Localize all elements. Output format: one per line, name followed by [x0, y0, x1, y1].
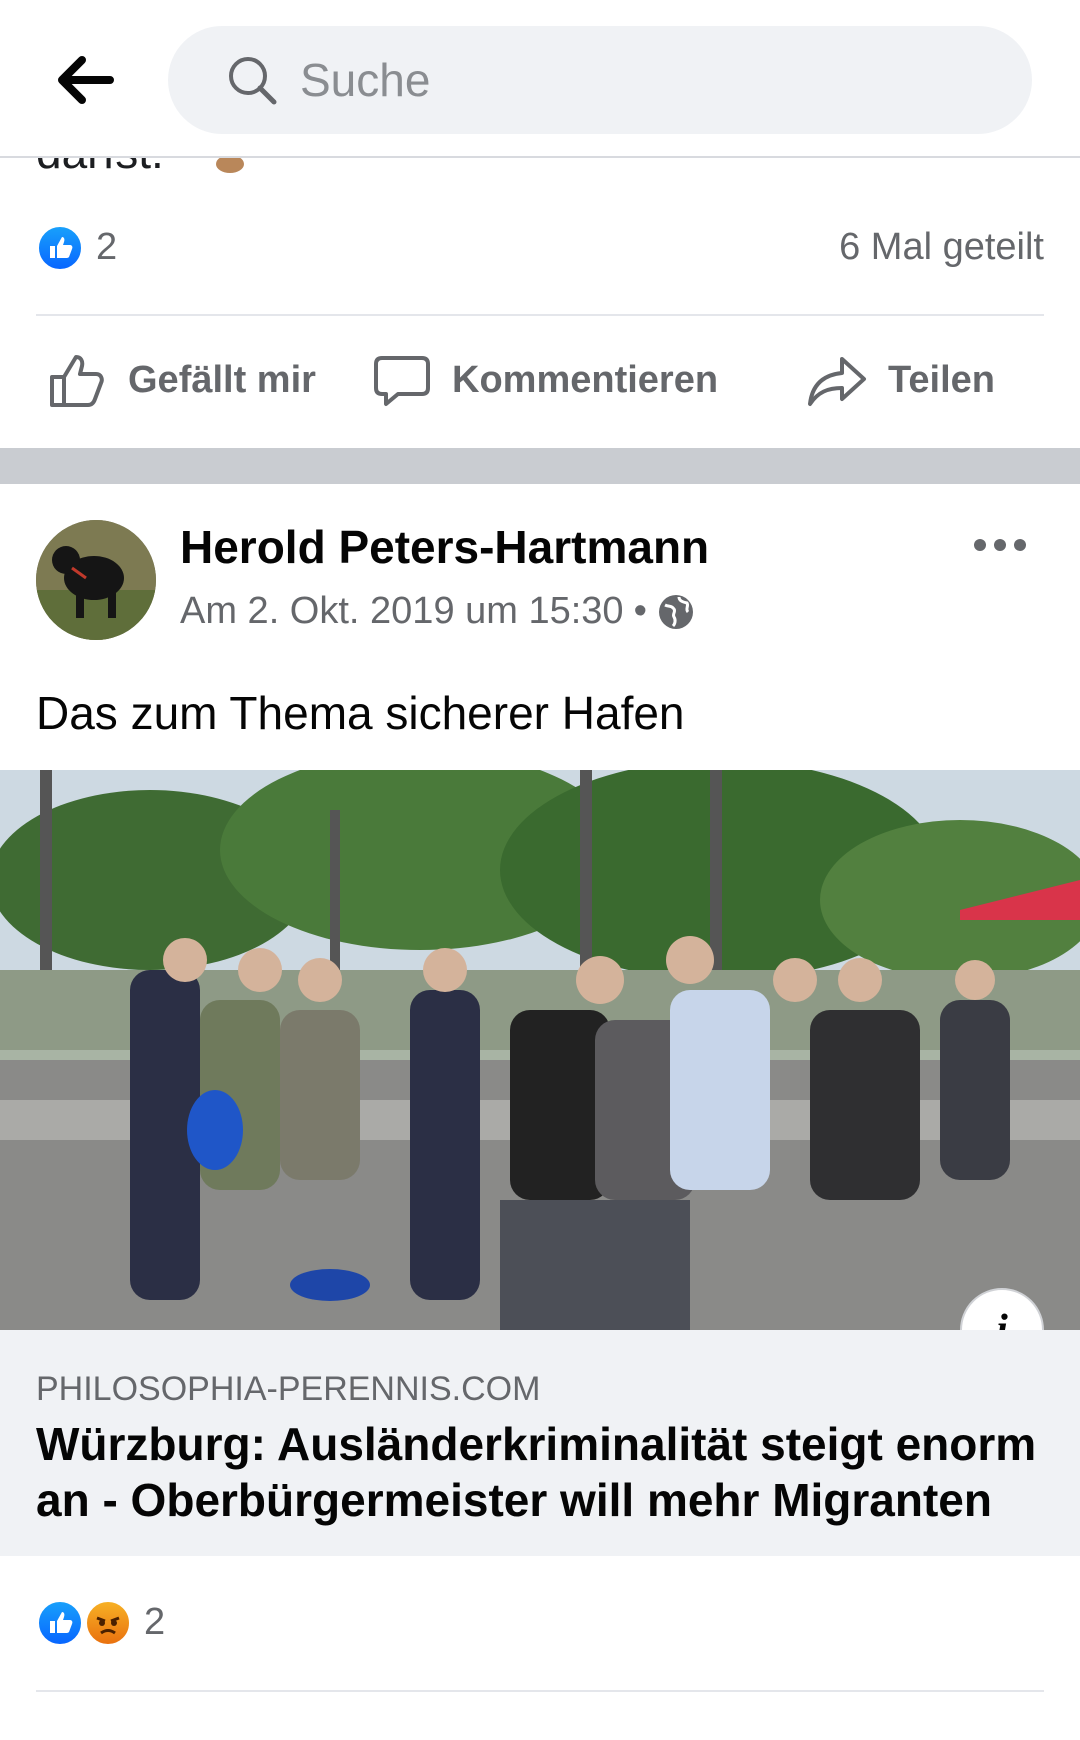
search-input[interactable]: Suche [168, 26, 1032, 134]
post-timestamp[interactable]: Am 2. Okt. 2019 um 15:30 [180, 590, 624, 633]
globe-icon [658, 594, 693, 629]
share-icon [808, 357, 866, 406]
avatar[interactable] [36, 520, 156, 640]
reaction-count: 2 [96, 226, 118, 268]
back-arrow-icon [58, 56, 114, 104]
feed-separator [0, 448, 1080, 484]
post-text: Das zum Thema sicherer Hafen [36, 687, 685, 739]
like-reaction-icon [36, 1599, 84, 1647]
link-preview-image[interactable] [0, 770, 1080, 1330]
back-button[interactable] [50, 50, 120, 110]
like-button[interactable]: Gefällt mir [46, 320, 316, 440]
like-icon [50, 355, 104, 407]
angry-reaction-icon [84, 1599, 132, 1647]
share-label: Teilen [888, 358, 995, 401]
search-icon [229, 57, 277, 105]
search-placeholder: Suche [300, 54, 431, 106]
link-preview-card[interactable]: PHILOSOPHIA-PERENNIS.COM Würzburg: Auslä… [0, 1330, 1080, 1556]
photo [0, 770, 1080, 1330]
meta-separator: • [633, 590, 647, 632]
previous-post-reactions[interactable]: 2 6 Mal geteilt [36, 220, 1044, 280]
previous-post-actions: Gefällt mir Kommentieren Teilen [0, 320, 1080, 440]
divider [36, 314, 1044, 316]
comment-button[interactable]: Kommentieren [372, 320, 718, 440]
top-bar: Suche [0, 0, 1080, 158]
link-title: Würzburg: Ausländerkriminalität steigt e… [36, 1418, 1037, 1526]
share-button[interactable]: Teilen [806, 320, 995, 440]
post-author[interactable]: Herold Peters-Hartmann [180, 520, 709, 574]
more-icon[interactable] [970, 530, 1030, 560]
link-domain: PHILOSOPHIA-PERENNIS.COM [36, 1370, 541, 1408]
like-reaction-icon [36, 224, 84, 272]
reaction-count: 2 [144, 1601, 166, 1643]
comment-icon [374, 356, 430, 406]
avatar-image [36, 520, 156, 640]
comment-label: Kommentieren [452, 358, 719, 401]
share-count[interactable]: 6 Mal geteilt [839, 226, 1044, 269]
like-label: Gefällt mir [128, 358, 316, 401]
post-meta: Am 2. Okt. 2019 um 15:30 • [180, 590, 695, 633]
divider [36, 1690, 1044, 1692]
post-reactions[interactable]: 2 [36, 1595, 1044, 1655]
